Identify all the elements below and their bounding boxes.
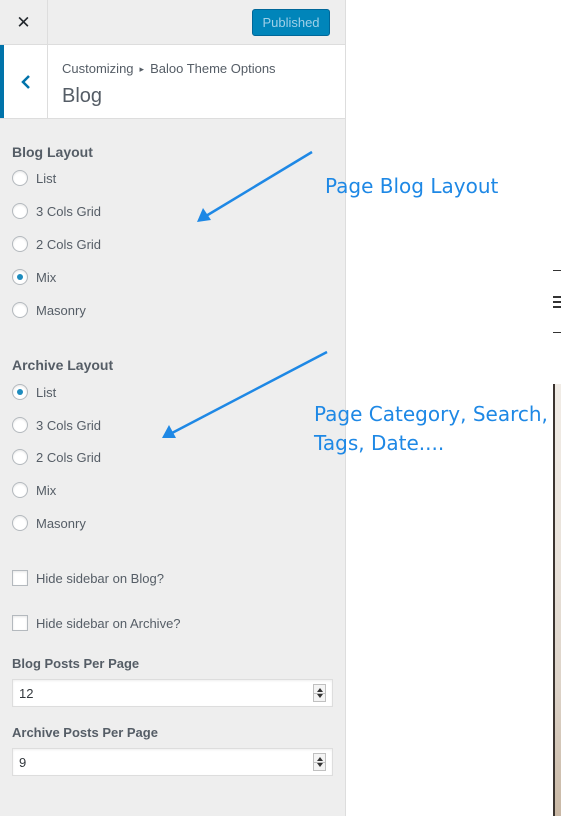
- annotation-blog-layout: Page Blog Layout: [325, 174, 499, 198]
- annotation-archive-line1: Page Category, Search,: [314, 402, 548, 426]
- annotation-archive-line2: Tags, Date....: [314, 431, 445, 455]
- arrow-archive-layout: [162, 350, 328, 438]
- arrow-blog-layout: [197, 150, 313, 222]
